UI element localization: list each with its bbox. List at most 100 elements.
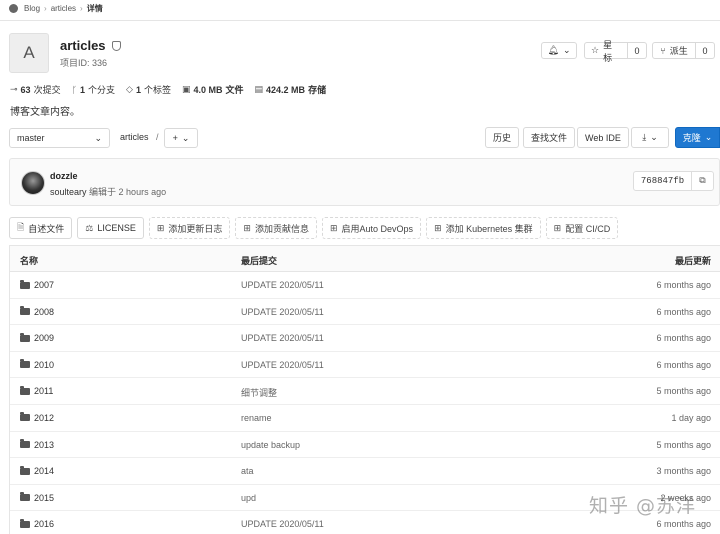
- chevron-down-icon: ⌄: [704, 132, 713, 142]
- files-size: 4.0 MB: [193, 84, 223, 95]
- configure-cicd-link[interactable]: ⊞ 配置 CI/CD: [545, 217, 619, 239]
- table-row[interactable]: 2007 UPDATE 2020/05/11 6 months ago: [10, 272, 720, 299]
- tags-stat[interactable]: ◇ 1 个标签: [126, 83, 171, 96]
- folder-link[interactable]: 2014: [20, 465, 54, 476]
- table-row[interactable]: 2010 UPDATE 2020/05/11 6 months ago: [10, 352, 720, 379]
- storage-size: 424.2 MB: [266, 84, 306, 95]
- last-commit-message[interactable]: UPDATE 2020/05/11: [241, 333, 324, 343]
- commit-sha[interactable]: 768847fb: [634, 172, 692, 190]
- readme-label: 自述文件: [28, 223, 65, 234]
- download-dropdown-button[interactable]: ⤓ ⌄: [631, 127, 669, 148]
- plus-square-icon: ⊞: [243, 222, 251, 233]
- files-stat[interactable]: ▣ 4.0 MB 文件: [182, 83, 244, 96]
- find-file-button[interactable]: 查找文件: [523, 127, 576, 148]
- fork-button[interactable]: ⑂ 派生: [652, 42, 696, 59]
- folder-link[interactable]: 2008: [20, 306, 54, 317]
- table-row[interactable]: 2013 update backup 5 months ago: [10, 432, 720, 459]
- commits-label: 次提交: [33, 85, 61, 95]
- breadcrumb-item-blog[interactable]: Blog: [24, 4, 40, 13]
- folder-icon: [20, 359, 30, 369]
- add-changelog-link[interactable]: ⊞ 添加更新日志: [148, 217, 231, 239]
- last-update-time: 6 months ago: [656, 333, 711, 344]
- enable-auto-devops-link[interactable]: ⊞ 启用Auto DevOps: [321, 217, 422, 239]
- last-commit-message[interactable]: update backup: [241, 440, 300, 450]
- folder-link[interactable]: 2007: [20, 279, 55, 290]
- project-id: 项目ID: 336: [60, 58, 108, 68]
- table-row[interactable]: 2009 UPDATE 2020/05/11 6 months ago: [10, 325, 720, 352]
- storage-label: 存储: [308, 85, 327, 95]
- commit-sha-group: 768847fb ⧉: [633, 171, 714, 191]
- folder-link[interactable]: 2009: [20, 332, 54, 343]
- last-update-time: 6 months ago: [656, 519, 711, 530]
- branch-icon: ᚴ: [71, 84, 77, 95]
- add-contributing-label: 添加贡献信息: [254, 223, 309, 234]
- license-label: LICENSE: [97, 223, 136, 233]
- table-header: 名称 最后提交 最后更新: [10, 246, 720, 272]
- folder-link[interactable]: 2010: [20, 359, 54, 370]
- readme-link[interactable]: 🗎︎ 自述文件: [9, 217, 73, 239]
- commit-author-line: soulteary 编辑于 2 hours ago: [50, 185, 166, 198]
- table-row[interactable]: 2014 ata 3 months ago: [10, 458, 720, 485]
- clone-label: 克隆: [682, 133, 701, 143]
- last-commit-message[interactable]: UPDATE 2020/05/11: [241, 360, 324, 370]
- folder-name: 2007: [34, 280, 55, 290]
- storage-icon: ▤: [254, 84, 264, 94]
- notification-button[interactable]: 🔔︎ ⌄: [541, 42, 577, 59]
- folder-icon: [20, 492, 30, 502]
- commit-icon: ⊸: [10, 84, 18, 94]
- last-update-time: 5 months ago: [656, 439, 711, 450]
- folder-link[interactable]: 2011: [20, 385, 53, 396]
- download-icon: ⤓: [642, 132, 647, 142]
- folder-link[interactable]: 2013: [20, 439, 54, 450]
- add-dropdown-button[interactable]: + ⌄: [164, 128, 198, 148]
- add-kubernetes-label: 添加 Kubernetes 集群: [445, 223, 533, 234]
- add-kubernetes-link[interactable]: ⊞ 添加 Kubernetes 集群: [426, 217, 541, 239]
- fork-count[interactable]: 0: [696, 42, 715, 59]
- branch-select[interactable]: master ⌄: [9, 128, 110, 148]
- folder-link[interactable]: 2015: [20, 492, 54, 503]
- last-commit-message[interactable]: UPDATE 2020/05/11: [241, 280, 324, 290]
- files-label: 文件: [225, 85, 244, 95]
- last-update-time: 3 months ago: [656, 466, 711, 477]
- last-commit-message[interactable]: upd: [241, 493, 256, 503]
- tags-count: 1: [135, 84, 141, 95]
- folder-icon: [20, 518, 30, 528]
- avatar[interactable]: [21, 171, 45, 195]
- breadcrumb-item-current[interactable]: 详情: [87, 3, 103, 14]
- fork-icon: ⑂: [660, 45, 666, 56]
- history-button[interactable]: 历史: [485, 127, 520, 148]
- last-commit-message[interactable]: UPDATE 2020/05/11: [241, 307, 324, 317]
- path-root[interactable]: articles: [120, 132, 149, 142]
- star-count[interactable]: 0: [628, 42, 647, 59]
- folder-link[interactable]: 2012: [20, 412, 54, 423]
- last-commit-message[interactable]: rename: [241, 413, 272, 423]
- table-row[interactable]: 2008 UPDATE 2020/05/11 6 months ago: [10, 299, 720, 326]
- branches-stat[interactable]: ᚴ 1 个分支: [72, 83, 115, 96]
- branches-count: 1: [79, 84, 85, 95]
- table-row[interactable]: 2012 rename 1 day ago: [10, 405, 720, 432]
- group-avatar-icon: [9, 3, 18, 13]
- last-commit-message[interactable]: UPDATE 2020/05/11: [241, 519, 324, 529]
- web-ide-button[interactable]: Web IDE: [577, 127, 629, 148]
- table-row[interactable]: 2011 细节调整 5 months ago: [10, 378, 720, 405]
- chevron-down-icon: ⌄: [650, 132, 658, 142]
- notification-dropdown[interactable]: 🔔︎ ⌄: [541, 42, 577, 59]
- star-button[interactable]: ☆ 星标: [584, 40, 628, 63]
- add-contributing-link[interactable]: ⊞ 添加贡献信息: [235, 217, 317, 239]
- clone-button[interactable]: 克隆 ⌄: [675, 127, 720, 148]
- folder-icon: [20, 279, 30, 289]
- breadcrumb-item-articles[interactable]: articles: [51, 4, 76, 13]
- license-link[interactable]: ⚖︎ LICENSE: [77, 217, 144, 239]
- plus-square-icon: ⊞: [553, 222, 562, 233]
- commit-author[interactable]: soulteary: [50, 187, 87, 197]
- chevron-down-icon: ⌄: [562, 45, 571, 55]
- last-commit-message[interactable]: 细节调整: [241, 386, 277, 399]
- chevron-down-icon: ⌄: [94, 132, 102, 143]
- copy-icon[interactable]: ⧉: [692, 176, 713, 186]
- last-commit-message[interactable]: ata: [241, 466, 254, 476]
- path-separator: /: [156, 132, 159, 142]
- commits-stat[interactable]: ⊸ 63 次提交: [10, 83, 61, 96]
- folder-link[interactable]: 2016: [20, 518, 54, 529]
- commit-message[interactable]: dozzle: [50, 171, 78, 181]
- file-size-icon: ▣: [181, 84, 191, 94]
